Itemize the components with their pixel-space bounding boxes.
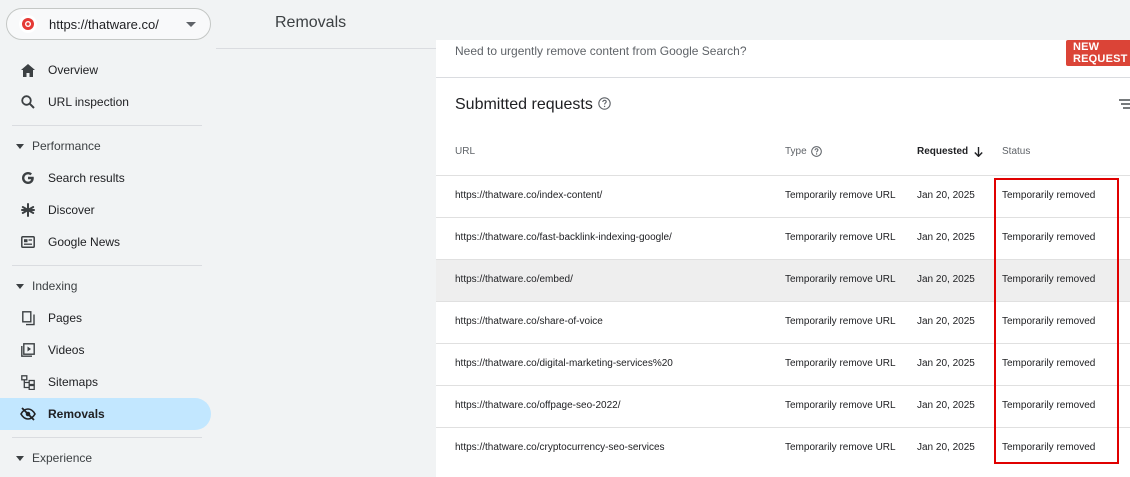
type-cell: Temporarily remove URL xyxy=(785,232,896,243)
url-cell: https://thatware.co/index-content/ xyxy=(455,190,603,201)
sidebar-divider xyxy=(12,265,202,266)
sidebar-item-label: Search results xyxy=(48,171,125,185)
sidebar-item-google-news[interactable]: Google News xyxy=(0,226,211,258)
table-row[interactable]: https://thatware.co/cryptocurrency-seo-s… xyxy=(436,427,1130,469)
sidebar-item-search-results[interactable]: Search results xyxy=(0,162,211,194)
type-cell: Temporarily remove URL xyxy=(785,190,896,201)
collapse-caret-icon xyxy=(16,455,26,461)
requested-cell: Jan 20, 2025 xyxy=(917,400,975,411)
table-row[interactable]: https://thatware.co/index-content/ Tempo… xyxy=(436,175,1130,217)
section-header-indexing[interactable]: Indexing xyxy=(0,274,211,298)
table-row[interactable]: https://thatware.co/fast-backlink-indexi… xyxy=(436,217,1130,259)
eye-off-icon xyxy=(20,406,36,422)
collapse-caret-icon xyxy=(16,283,26,289)
sidebar-item-removals[interactable]: Removals xyxy=(0,398,211,430)
column-header-url[interactable]: URL xyxy=(455,146,475,157)
sidebar-item-label: URL inspection xyxy=(48,95,129,109)
sidebar-divider xyxy=(12,437,202,438)
property-label: https://thatware.co/ xyxy=(49,16,159,32)
news-icon xyxy=(20,234,36,250)
requested-cell: Jan 20, 2025 xyxy=(917,442,975,453)
section-header-performance[interactable]: Performance xyxy=(0,134,211,158)
sidebar: https://thatware.co/ Overview URL inspec… xyxy=(0,0,216,477)
removals-card: Need to urgently remove content from Goo… xyxy=(436,40,1130,477)
column-header-label: Status xyxy=(1002,146,1031,157)
requested-cell: Jan 20, 2025 xyxy=(917,358,975,369)
table-row[interactable]: https://thatware.co/offpage-seo-2022/ Te… xyxy=(436,385,1130,427)
column-header-label: Requested xyxy=(917,146,969,157)
submitted-requests-title: Submitted requests xyxy=(455,95,611,115)
sidebar-item-pages[interactable]: Pages xyxy=(0,302,211,334)
sidebar-item-videos[interactable]: Videos xyxy=(0,334,211,366)
url-cell: https://thatware.co/cryptocurrency-seo-s… xyxy=(455,442,665,453)
section-title-label: Submitted requests xyxy=(455,96,593,113)
filter-icon[interactable] xyxy=(1119,96,1130,114)
sidebar-item-overview[interactable]: Overview xyxy=(0,54,211,86)
sidebar-item-label: Removals xyxy=(48,407,105,421)
status-cell: Temporarily removed xyxy=(1002,358,1096,369)
table-row[interactable]: https://thatware.co/digital-marketing-se… xyxy=(436,343,1130,385)
url-cell: https://thatware.co/offpage-seo-2022/ xyxy=(455,400,621,411)
url-cell: https://thatware.co/fast-backlink-indexi… xyxy=(455,232,672,243)
column-header-label: URL xyxy=(455,146,476,157)
google-g-icon xyxy=(20,170,36,186)
requested-cell: Jan 20, 2025 xyxy=(917,316,975,327)
sidebar-item-label: Overview xyxy=(48,63,99,77)
requested-cell: Jan 20, 2025 xyxy=(917,232,975,243)
column-header-label: Type xyxy=(785,146,807,157)
status-cell: Temporarily removed xyxy=(1002,316,1096,327)
sidebar-item-label: Sitemaps xyxy=(48,375,99,389)
status-cell: Temporarily removed xyxy=(1002,232,1096,243)
type-cell: Temporarily remove URL xyxy=(785,316,896,327)
status-cell: Temporarily removed xyxy=(1002,400,1096,411)
sidebar-item-label: Pages xyxy=(48,311,83,325)
page-title: Removals xyxy=(275,14,347,31)
section-header-experience[interactable]: Experience xyxy=(0,446,211,470)
section-header-label: Experience xyxy=(32,451,93,465)
sidebar-item-label: Videos xyxy=(48,343,85,357)
column-header-status[interactable]: Status xyxy=(1002,146,1030,157)
chevron-down-icon xyxy=(186,15,196,33)
video-icon xyxy=(20,342,36,358)
status-cell: Temporarily removed xyxy=(1002,190,1096,201)
asterisk-icon xyxy=(20,202,36,218)
sitemap-icon xyxy=(20,374,36,390)
collapse-caret-icon xyxy=(16,143,26,149)
new-request-button[interactable]: NEW REQUEST xyxy=(1066,40,1130,66)
search-icon xyxy=(20,94,36,110)
property-selector[interactable]: https://thatware.co/ xyxy=(6,8,211,40)
sidebar-divider xyxy=(12,125,202,126)
status-cell: Temporarily removed xyxy=(1002,274,1096,285)
url-cell: https://thatware.co/embed/ xyxy=(455,274,573,285)
column-header-type[interactable]: Type xyxy=(785,146,822,157)
new-request-strip: Need to urgently remove content from Goo… xyxy=(436,40,1130,78)
section-header-label: Indexing xyxy=(32,279,78,293)
type-cell: Temporarily remove URL xyxy=(785,358,896,369)
url-cell: https://thatware.co/digital-marketing-se… xyxy=(455,358,673,369)
status-cell: Temporarily removed xyxy=(1002,442,1096,453)
urgent-removal-prompt: Need to urgently remove content from Goo… xyxy=(455,44,747,58)
requested-cell: Jan 20, 2025 xyxy=(917,190,975,201)
pages-icon xyxy=(20,310,36,326)
help-icon[interactable] xyxy=(598,97,611,115)
type-cell: Temporarily remove URL xyxy=(785,442,896,453)
sidebar-item-label: Google News xyxy=(48,235,121,249)
column-header-requested[interactable]: Requested xyxy=(917,146,983,157)
sidebar-item-label: Discover xyxy=(48,203,95,217)
requested-cell: Jan 20, 2025 xyxy=(917,274,975,285)
home-icon xyxy=(20,62,36,78)
type-cell: Temporarily remove URL xyxy=(785,400,896,411)
sort-arrow-down-icon[interactable] xyxy=(974,146,983,157)
type-cell: Temporarily remove URL xyxy=(785,274,896,285)
url-cell: https://thatware.co/share-of-voice xyxy=(455,316,603,327)
sidebar-item-url-inspection[interactable]: URL inspection xyxy=(0,86,211,118)
site-favicon-icon xyxy=(19,15,37,33)
table-row[interactable]: https://thatware.co/share-of-voice Tempo… xyxy=(436,301,1130,343)
sidebar-item-sitemaps[interactable]: Sitemaps xyxy=(0,366,211,398)
section-header-label: Performance xyxy=(32,139,101,153)
help-icon[interactable] xyxy=(810,146,822,157)
sidebar-item-discover[interactable]: Discover xyxy=(0,194,211,226)
table-row[interactable]: https://thatware.co/embed/ Temporarily r… xyxy=(436,259,1130,301)
